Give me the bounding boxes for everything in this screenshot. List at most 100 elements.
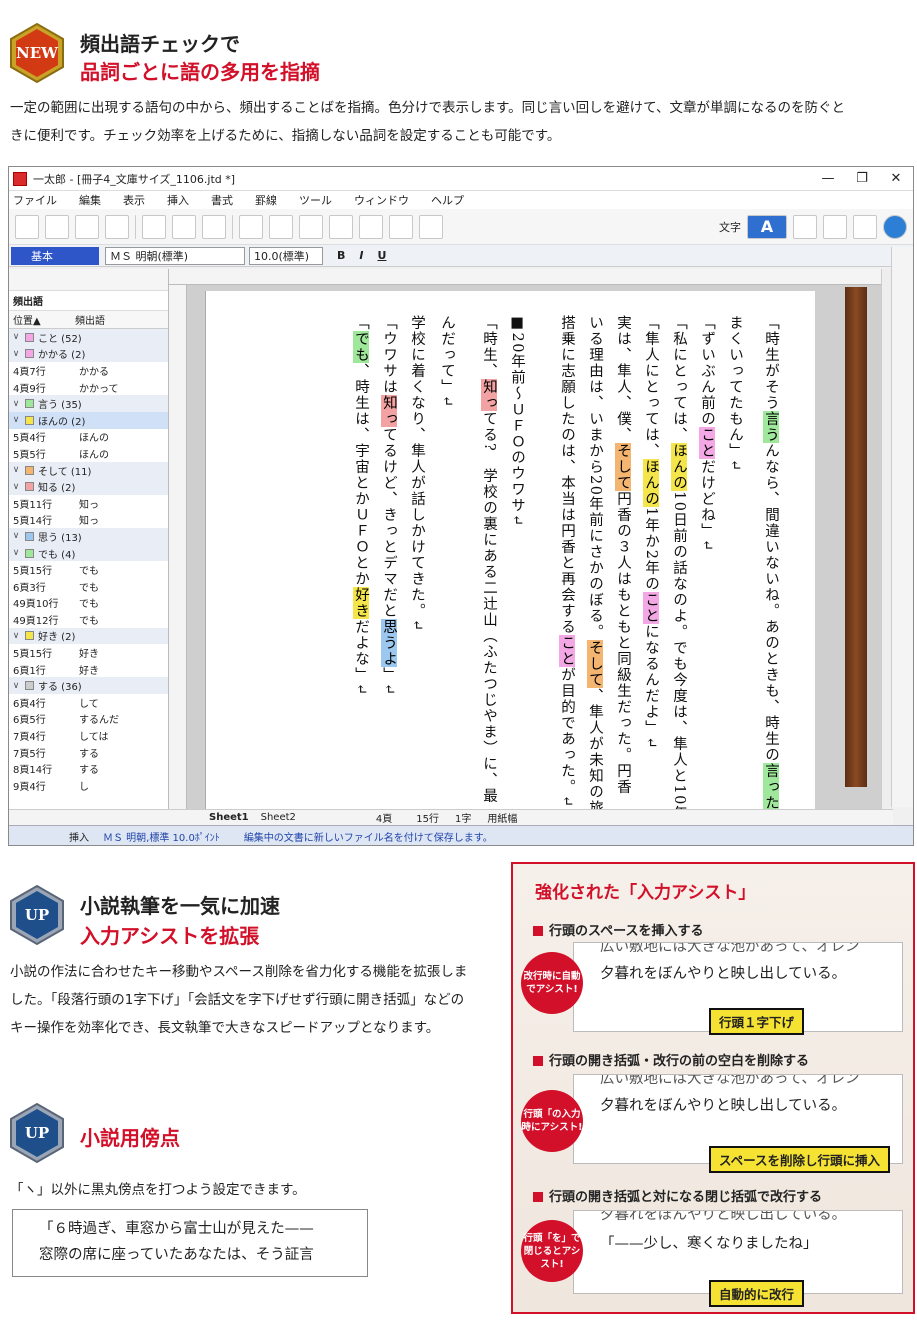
- tab-sheet2[interactable]: Sheet2: [261, 812, 296, 823]
- chevron-down-icon[interactable]: ∨: [9, 465, 23, 475]
- vertical-ruler: [169, 285, 187, 809]
- compass-icon[interactable]: [142, 214, 166, 239]
- menu-edit[interactable]: 編集: [79, 192, 101, 208]
- layout-icon[interactable]: [853, 214, 877, 239]
- app-window: 一太郎 - [冊子4_文庫サイズ_1106.jtd *] — ❐ ✕ ファイル …: [8, 166, 914, 846]
- copy-icon[interactable]: [269, 214, 293, 239]
- column-word[interactable]: 頻出語: [75, 312, 105, 327]
- text-mode-button[interactable]: A: [747, 214, 787, 239]
- style-selector[interactable]: 基本: [11, 246, 99, 265]
- word-group-row[interactable]: ∨ 好き (2): [9, 627, 168, 645]
- undo-icon[interactable]: [329, 214, 353, 239]
- print-preview-icon[interactable]: [202, 214, 226, 239]
- word-group-row[interactable]: ∨ する (36): [9, 677, 168, 695]
- font-size-select[interactable]: 10.0(標準): [249, 246, 323, 265]
- cut-icon[interactable]: [239, 214, 263, 239]
- chevron-down-icon[interactable]: ∨: [9, 548, 23, 558]
- open-folder-icon[interactable]: [45, 214, 69, 239]
- word-group-row[interactable]: ∨ ほんの (2): [9, 411, 168, 429]
- occurrence-position: 4頁7行: [13, 366, 46, 378]
- bullet-square-icon: [533, 1192, 543, 1202]
- word-occurrence-row[interactable]: 49頁12行 でも: [9, 611, 168, 628]
- section2-body: 小説の作法に合わせたキー移動やスペース削除を省力化する機能を拡張しました。「段落…: [10, 964, 468, 1036]
- chevron-down-icon[interactable]: ∨: [9, 349, 23, 359]
- color-swatch: [25, 415, 34, 425]
- word-occurrence-row[interactable]: 6頁1行 好き: [9, 661, 168, 678]
- table-icon[interactable]: [793, 214, 817, 239]
- word-occurrence-row[interactable]: 8頁14行 する: [9, 760, 168, 777]
- italic-button[interactable]: I: [359, 249, 363, 262]
- chevron-down-icon[interactable]: ∨: [9, 631, 23, 641]
- maximize-button[interactable]: ❐: [845, 171, 879, 186]
- new-badge: NEW: [6, 22, 68, 84]
- word-group-row[interactable]: ∨ でも (4): [9, 544, 168, 562]
- column-position[interactable]: 位置▲: [9, 312, 75, 327]
- word-occurrence-row[interactable]: 6頁4行 して: [9, 694, 168, 711]
- word-occurrence-row[interactable]: 6頁3行 でも: [9, 578, 168, 595]
- help-icon[interactable]: [883, 214, 907, 239]
- menu-insert[interactable]: 挿入: [167, 192, 189, 208]
- assist-sub-3-label: 行頭の開き括弧と対になる閉じ括弧で改行する: [549, 1190, 823, 1205]
- tab-sheet1[interactable]: Sheet1: [209, 812, 249, 823]
- paper-width-zoom[interactable]: 用紙幅: [487, 810, 517, 825]
- word-occurrence-row[interactable]: 7頁4行 しては: [9, 727, 168, 744]
- chevron-down-icon[interactable]: ∨: [9, 332, 23, 342]
- menu-rule[interactable]: 罫線: [255, 192, 277, 208]
- menu-window[interactable]: ウィンドウ: [354, 192, 409, 208]
- search-icon[interactable]: [389, 214, 413, 239]
- page-indicator: 4頁: [375, 814, 393, 825]
- assist-sub-2: 行頭の開き括弧・改行の前の空白を削除する: [533, 1050, 809, 1069]
- frequent-words-panel: 頻出語 位置▲ 頻出語 ∨ こと (52) ∨ かかる (2) 4頁7行 かかる 4頁9行 か…: [9, 269, 169, 809]
- close-button[interactable]: ✕: [879, 171, 913, 186]
- menu-format[interactable]: 書式: [211, 192, 233, 208]
- minimize-button[interactable]: —: [811, 171, 845, 186]
- word-group-row[interactable]: ∨ こと (52): [9, 329, 168, 346]
- up-badge-label: UP: [24, 1124, 50, 1142]
- menu-file[interactable]: ファイル: [13, 192, 57, 208]
- print-icon[interactable]: [172, 214, 196, 239]
- chevron-down-icon[interactable]: ∨: [9, 531, 23, 541]
- word-occurrence-row[interactable]: 5頁14行 知っ: [9, 512, 168, 529]
- chevron-down-icon[interactable]: ∨: [9, 681, 23, 691]
- word-occurrence-row[interactable]: 5頁5行 ほんの: [9, 445, 168, 462]
- chevron-down-icon[interactable]: ∨: [9, 399, 23, 409]
- word-occurrence-row[interactable]: 5頁15行 でも: [9, 561, 168, 578]
- underline-button[interactable]: U: [377, 249, 386, 262]
- chevron-down-icon[interactable]: ∨: [9, 415, 23, 425]
- word-occurrence-row[interactable]: 4頁9行 かかって: [9, 379, 168, 396]
- word-occurrence-row[interactable]: 9頁4行 し: [9, 777, 168, 794]
- save-as-icon[interactable]: [105, 214, 129, 239]
- text-column: 実は、隼人、僕、そして円香の３人はもともと同級生だった。円香: [615, 315, 631, 795]
- puzzle-icon[interactable]: [419, 214, 443, 239]
- menu-view[interactable]: 表示: [123, 192, 145, 208]
- word-group-row[interactable]: ∨ かかる (2): [9, 345, 168, 363]
- word-occurrence-row[interactable]: 4頁7行 かかる: [9, 362, 168, 379]
- word-occurrence-row[interactable]: 5頁15行 好き: [9, 644, 168, 661]
- assist-tag-2: スペースを削除し行頭に挿入: [709, 1146, 891, 1173]
- word-occurrence-row[interactable]: 7頁5行 する: [9, 744, 168, 761]
- paste-icon[interactable]: [299, 214, 323, 239]
- word-occurrence-row[interactable]: 6頁5行 するんだ: [9, 711, 168, 728]
- save-icon[interactable]: [75, 214, 99, 239]
- text-column: ■20年前～ＵＦＯのウワサ↵: [509, 315, 525, 528]
- word-occurrence-row[interactable]: 5頁11行 知っ: [9, 495, 168, 512]
- bold-button[interactable]: B: [337, 249, 345, 262]
- word-occurrence-row[interactable]: 5頁4行 ほんの: [9, 429, 168, 446]
- redo-icon[interactable]: [359, 214, 383, 239]
- word-group-row[interactable]: ∨ 言う (35): [9, 395, 168, 412]
- menu-help[interactable]: ヘルプ: [431, 192, 464, 208]
- font-select[interactable]: ＭＳ 明朝(標準): [105, 246, 245, 265]
- shapes-icon[interactable]: [823, 214, 847, 239]
- new-document-icon[interactable]: [15, 214, 39, 239]
- assist-tag-1: 行頭１字下げ: [709, 1008, 805, 1035]
- word-group-row[interactable]: ∨ 思う (13): [9, 528, 168, 545]
- chevron-down-icon[interactable]: ∨: [9, 482, 23, 492]
- occurrence-position: 6頁4行: [13, 698, 46, 710]
- color-swatch: [25, 681, 34, 691]
- menu-tools[interactable]: ツール: [299, 192, 332, 208]
- word-group-row[interactable]: ∨ そして (11): [9, 461, 168, 479]
- word-group-row[interactable]: ∨ 知る (2): [9, 478, 168, 495]
- occurrence-position: 7頁5行: [13, 748, 46, 760]
- word-occurrence-row[interactable]: 49頁10行 でも: [9, 595, 168, 612]
- document-page[interactable]: 「時生がそう言うんなら、間違いないね。あのときも、時生の言った まくいってたもん…: [205, 291, 815, 809]
